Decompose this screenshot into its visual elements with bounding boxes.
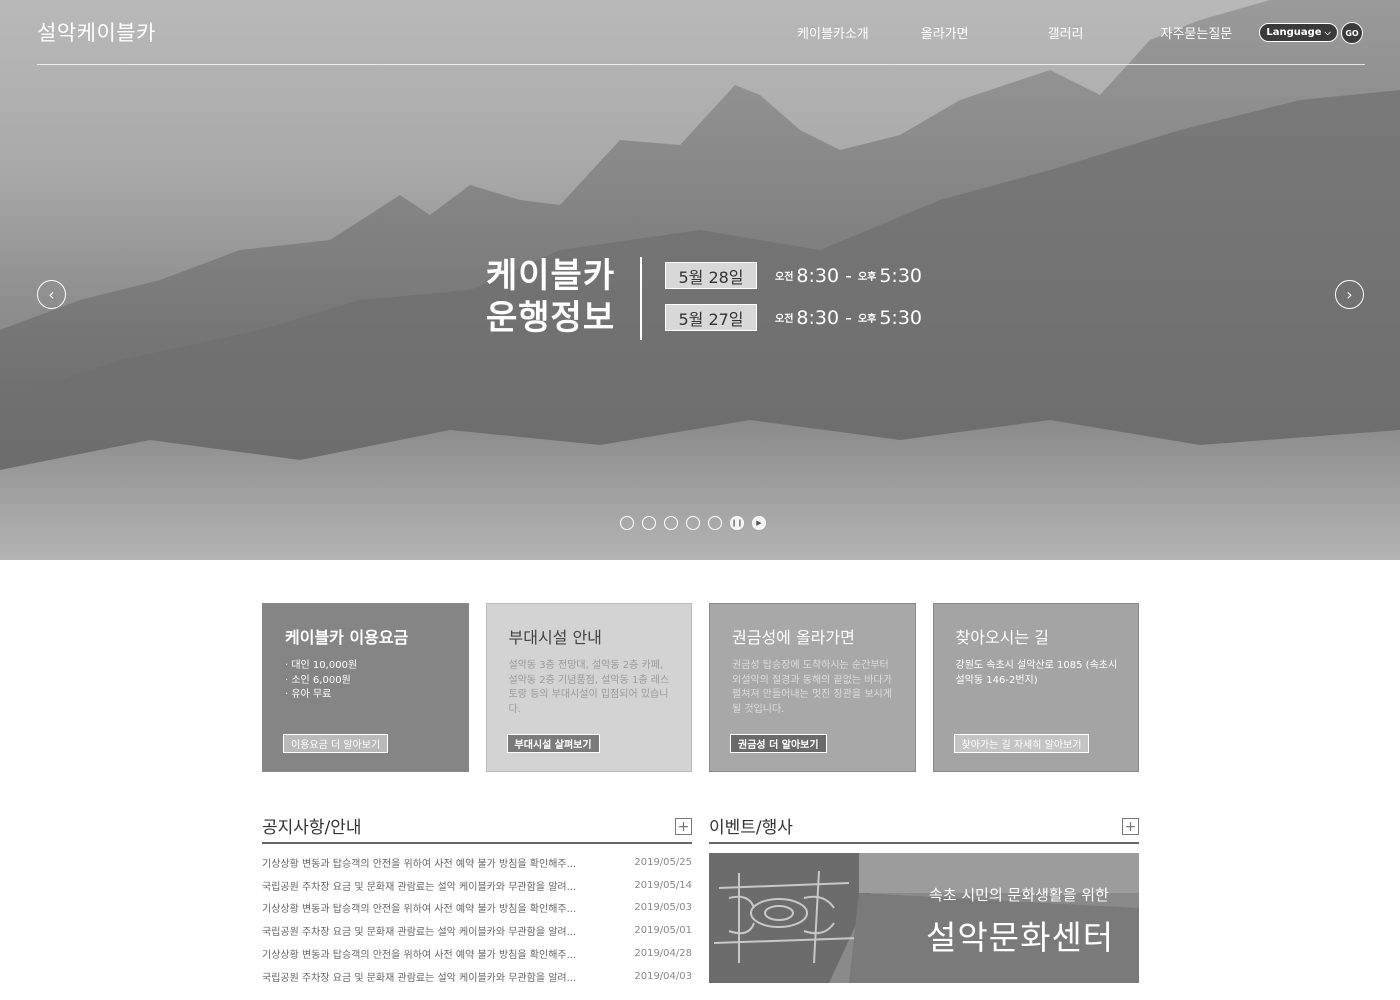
notice-text[interactable]: 기상상황 변동과 탑승객의 안전을 위하여 사전 예약 불가 방침을 확인해주.… bbox=[262, 900, 612, 915]
language-label: Language bbox=[1266, 27, 1322, 38]
notice-text[interactable]: 국립공원 주차장 요금 및 문화재 관람료는 설악 케이블카와 무관함을 알려.… bbox=[262, 878, 612, 893]
notice-section: 공지사항/안내 + 기상상황 변동과 탑승객의 안전을 위하여 사전 예약 불가… bbox=[262, 813, 692, 988]
event-header: 이벤트/행사 + bbox=[709, 813, 1139, 844]
card-body: · 대인 10,000원 · 소인 6,000원 · 유아 무료 bbox=[285, 659, 451, 703]
language-select[interactable]: Language ⌵ bbox=[1259, 23, 1338, 42]
card-title: 찾아오시는 길 bbox=[955, 628, 1049, 647]
operation-info-title: 케이블카 운행정보 bbox=[486, 255, 626, 339]
list-item[interactable]: 기상상황 변동과 탑승객의 안전을 위하여 사전 예약 불가 방침을 확인해주.… bbox=[262, 851, 692, 874]
slide-dot-1[interactable] bbox=[620, 516, 634, 530]
nav-item-gallery[interactable]: 갤러리 bbox=[1048, 23, 1084, 42]
schedule-date: 5월 28일 bbox=[665, 262, 757, 289]
slide-dot-4[interactable] bbox=[686, 516, 700, 530]
info-cards: 케이블카 이용요금 · 대인 10,000원 · 소인 6,000원 · 유아 … bbox=[262, 603, 1139, 772]
banner-subtitle: 속초 시민의 문화생활을 위한 bbox=[929, 886, 1109, 904]
nav-item-going-up[interactable]: 올라가면 bbox=[921, 23, 969, 42]
schedule-time: 오전 8:30 - 오후 5:30 bbox=[775, 307, 922, 329]
card-body: 권금성 탑승장에 도착하시는 순간부터 외설악의 절경과 동해의 끝없는 바다가… bbox=[732, 660, 892, 715]
pause-button[interactable]: ❙❙ bbox=[730, 516, 744, 530]
start-time: 8:30 bbox=[796, 264, 840, 287]
next-slide-button[interactable]: › bbox=[1335, 280, 1364, 309]
title-line-2: 운행정보 bbox=[486, 298, 616, 338]
schedule-row: 5월 28일 오전 8:30 - 오후 5:30 bbox=[665, 262, 922, 289]
slide-dot-5[interactable] bbox=[708, 516, 722, 530]
card-title: 부대시설 안내 bbox=[508, 628, 602, 647]
fare-adult: · 대인 10,000원 bbox=[285, 660, 358, 671]
notice-header: 공지사항/안내 + bbox=[262, 813, 692, 844]
play-icon: ▶ bbox=[756, 519, 762, 527]
pm-label: 오후 bbox=[857, 272, 877, 283]
time-separator: - bbox=[845, 264, 852, 287]
gwongeumseong-more-button[interactable]: 권금성 더 알아보기 bbox=[730, 734, 827, 753]
pause-icon: ❙❙ bbox=[731, 519, 743, 527]
card-title: 케이블카 이용요금 bbox=[285, 628, 409, 647]
schedule-date: 5월 27일 bbox=[665, 304, 757, 331]
event-section: 이벤트/행사 + 속초 시민의 문화생활을 위한 설악문화센터 bbox=[709, 813, 1139, 983]
title-divider bbox=[640, 257, 642, 340]
am-label: 오전 bbox=[775, 272, 794, 283]
chevron-down-icon: ⌵ bbox=[1324, 27, 1331, 37]
top-navigation-bar: 설악케이블카 케이블카소개 올라가면 갤러리 자주묻는질문 Language ⌵… bbox=[37, 0, 1365, 65]
slide-dot-2[interactable] bbox=[642, 516, 656, 530]
notice-text[interactable]: 기상상황 변동과 탑승객의 안전을 위하여 사전 예약 불가 방침을 확인해주.… bbox=[262, 946, 612, 961]
notice-list: 기상상황 변동과 탑승객의 안전을 위하여 사전 예약 불가 방침을 확인해주.… bbox=[262, 851, 692, 988]
notice-date: 2019/04/28 bbox=[634, 948, 692, 960]
hero-slider: 설악케이블카 케이블카소개 올라가면 갤러리 자주묻는질문 Language ⌵… bbox=[0, 0, 1400, 560]
am-label: 오전 bbox=[775, 314, 794, 325]
nav-item-faq[interactable]: 자주묻는질문 bbox=[1161, 23, 1233, 42]
directions-more-button[interactable]: 찾아가는 길 자세히 알아보기 bbox=[953, 734, 1090, 753]
list-item[interactable]: 국립공원 주차장 요금 및 문화재 관람료는 설악 케이블카와 무관함을 알려.… bbox=[262, 919, 692, 942]
end-time: 5:30 bbox=[879, 264, 923, 287]
card-gwongeumseong: 권금성에 올라가면 권금성 탑승장에 도착하시는 순간부터 외설악의 절경과 동… bbox=[709, 603, 916, 772]
nav-item-cablecar-intro[interactable]: 케이블카소개 bbox=[797, 23, 869, 42]
card-body: 설악동 3층 전망대, 설악동 2층 카페, 설악동 2층 기념품점, 설악동 … bbox=[508, 660, 670, 715]
list-item[interactable]: 기상상황 변동과 탑승객의 안전을 위하여 사전 예약 불가 방침을 확인해주.… bbox=[262, 942, 692, 965]
end-time: 5:30 bbox=[879, 306, 923, 329]
prev-slide-button[interactable]: ‹ bbox=[37, 280, 66, 309]
notice-more-button[interactable]: + bbox=[675, 818, 692, 835]
card-fares: 케이블카 이용요금 · 대인 10,000원 · 소인 6,000원 · 유아 … bbox=[262, 603, 469, 772]
fare-infant: · 유아 무료 bbox=[285, 689, 332, 700]
start-time: 8:30 bbox=[796, 306, 840, 329]
slider-pagination: ❙❙ ▶ bbox=[620, 516, 766, 530]
notice-date: 2019/05/14 bbox=[634, 879, 692, 891]
notice-text[interactable]: 국립공원 주차장 요금 및 문화재 관람료는 설악 케이블카와 무관함을 알려.… bbox=[262, 969, 612, 984]
schedule-row: 5월 27일 오전 8:30 - 오후 5:30 bbox=[665, 304, 922, 331]
card-facilities: 부대시설 안내 설악동 3층 전망대, 설악동 2층 카페, 설악동 2층 기념… bbox=[485, 603, 692, 772]
notice-title: 공지사항/안내 bbox=[262, 818, 362, 838]
schedule-time: 오전 8:30 - 오후 5:30 bbox=[775, 265, 922, 287]
chevron-right-icon: › bbox=[1346, 285, 1353, 304]
card-directions: 찾아오시는 길 강원도 속초시 설악산로 1085 (속초시 설악동 146-2… bbox=[932, 603, 1139, 772]
banner-title: 설악문화센터 bbox=[926, 918, 1115, 957]
plus-icon: + bbox=[1124, 818, 1137, 835]
slide-dot-3[interactable] bbox=[664, 516, 678, 530]
facilities-more-button[interactable]: 부대시설 살펴보기 bbox=[506, 734, 600, 753]
card-body: 강원도 속초시 설악산로 1085 (속초시 설악동 146-2번지) bbox=[955, 660, 1118, 686]
list-item[interactable]: 기상상황 변동과 탑승객의 안전을 위하여 사전 예약 불가 방침을 확인해주.… bbox=[262, 897, 692, 920]
list-item[interactable]: 국립공원 주차장 요금 및 문화재 관람료는 설악 케이블카와 무관함을 알려.… bbox=[262, 965, 692, 988]
notice-text[interactable]: 기상상황 변동과 탑승객의 안전을 위하여 사전 예약 불가 방침을 확인해주.… bbox=[262, 855, 612, 870]
event-more-button[interactable]: + bbox=[1122, 818, 1139, 835]
go-button[interactable]: GO bbox=[1341, 22, 1363, 44]
fares-more-button[interactable]: 이용요금 더 알아보기 bbox=[283, 734, 389, 753]
list-item[interactable]: 국립공원 주차장 요금 및 문화재 관람료는 설악 케이블카와 무관함을 알려.… bbox=[262, 874, 692, 897]
site-logo[interactable]: 설악케이블카 bbox=[37, 17, 156, 47]
event-title: 이벤트/행사 bbox=[709, 818, 793, 838]
notice-date: 2019/05/01 bbox=[634, 925, 692, 937]
card-title: 권금성에 올라가면 bbox=[732, 628, 855, 647]
notice-text[interactable]: 국립공원 주차장 요금 및 문화재 관람료는 설악 케이블카와 무관함을 알려.… bbox=[262, 923, 612, 938]
chevron-left-icon: ‹ bbox=[48, 285, 55, 304]
time-separator: - bbox=[845, 306, 852, 329]
notice-date: 2019/04/03 bbox=[634, 970, 692, 982]
main-nav: 케이블카소개 올라가면 갤러리 자주묻는질문 bbox=[797, 23, 1232, 42]
event-banner[interactable]: 속초 시민의 문화생활을 위한 설악문화센터 bbox=[709, 853, 1139, 983]
play-button[interactable]: ▶ bbox=[752, 516, 766, 530]
title-line-1: 케이블카 bbox=[486, 256, 616, 296]
notice-date: 2019/05/03 bbox=[634, 902, 692, 914]
fare-child: · 소인 6,000원 bbox=[285, 674, 351, 686]
pm-label: 오후 bbox=[857, 314, 877, 325]
notice-date: 2019/05/25 bbox=[634, 856, 692, 868]
plus-icon: + bbox=[677, 818, 690, 835]
